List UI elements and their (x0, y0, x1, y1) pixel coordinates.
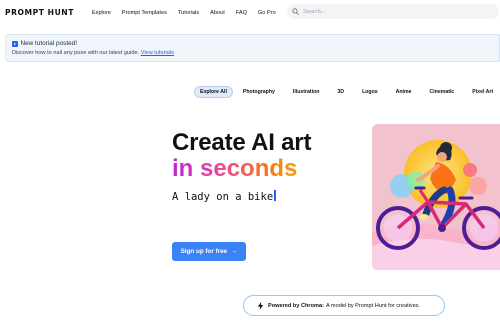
top-nav: PROMPT HUNT Explore Prompt Templates Tut… (0, 0, 500, 25)
filter-logos[interactable]: Logos (357, 86, 383, 98)
banner-text: Discover how to nail any pose with our l… (12, 50, 140, 56)
nav-links: Explore Prompt Templates Tutorials About… (92, 10, 287, 16)
nav-prompt-templates[interactable]: Prompt Templates (122, 10, 167, 16)
nav-tutorials[interactable]: Tutorials (178, 10, 199, 16)
search-bar[interactable] (287, 4, 499, 19)
nav-faq[interactable]: FAQ (236, 10, 247, 16)
lightning-icon (257, 301, 264, 310)
filter-illustration[interactable]: Illustration (288, 86, 325, 98)
hero-headline: Create AI art (172, 129, 312, 156)
filter-anime[interactable]: Anime (391, 86, 417, 98)
sign-up-button[interactable]: Sign up for free → (172, 242, 246, 261)
hero-headline-gradient: in seconds (172, 155, 298, 182)
lady-on-bike-illustration (372, 124, 500, 270)
play-icon (12, 40, 18, 47)
category-filters: Explore All Photography Illustration 3D … (194, 86, 500, 98)
sign-up-label: Sign up for free (180, 248, 228, 255)
banner-title: New tutorial posted! (20, 40, 77, 47)
arrow-right-icon: → (231, 248, 238, 255)
brand-logo[interactable]: PROMPT HUNT (5, 8, 74, 17)
banner-body: Discover how to nail any pose with our l… (12, 50, 499, 56)
typed-prompt: A lady on a bike (172, 190, 276, 203)
view-tutorials-link[interactable]: View tutorials (141, 50, 174, 56)
filter-cinematic[interactable]: Cinematic (424, 86, 459, 98)
filter-photography[interactable]: Photography (238, 86, 280, 98)
filter-explore-all[interactable]: Explore All (194, 86, 233, 98)
filter-3d[interactable]: 3D (332, 86, 349, 98)
search-input[interactable] (303, 8, 483, 15)
nav-about[interactable]: About (210, 10, 225, 16)
nav-explore[interactable]: Explore (92, 10, 111, 16)
nav-go-pro[interactable]: Go Pro (258, 10, 276, 16)
banner-title-row: New tutorial posted! (12, 40, 499, 47)
text-caret (274, 190, 276, 201)
announcement-banner: New tutorial posted! Discover how to nai… (5, 34, 500, 62)
powered-by-label: Powered by Chroma: (268, 302, 324, 309)
typed-prompt-text: A lady on a bike (172, 191, 274, 203)
search-icon (292, 8, 299, 15)
powered-by-description: A model by Prompt Hunt for creatives. (325, 302, 421, 309)
filter-pixel-art[interactable]: Pixel Art (467, 86, 498, 98)
powered-by-chroma-pill[interactable]: Powered by Chroma: A model by Prompt Hun… (243, 295, 445, 316)
generated-art-image (372, 124, 500, 270)
